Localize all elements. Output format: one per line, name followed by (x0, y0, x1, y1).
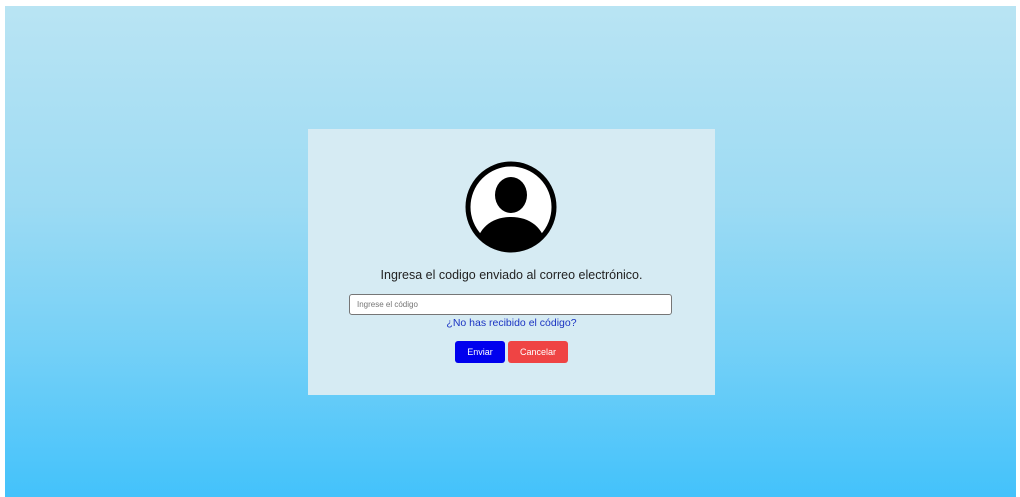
send-button[interactable]: Enviar (455, 341, 505, 363)
verification-card: Ingresa el codigo enviado al correo elec… (308, 129, 715, 395)
verification-code-input[interactable] (349, 294, 672, 315)
user-avatar-icon (463, 159, 559, 255)
resend-code-link[interactable]: ¿No has recibido el código? (308, 317, 715, 329)
instruction-text: Ingresa el codigo enviado al correo elec… (380, 268, 643, 282)
cancel-button[interactable]: Cancelar (508, 341, 568, 363)
page-background: Ingresa el codigo enviado al correo elec… (5, 6, 1016, 497)
